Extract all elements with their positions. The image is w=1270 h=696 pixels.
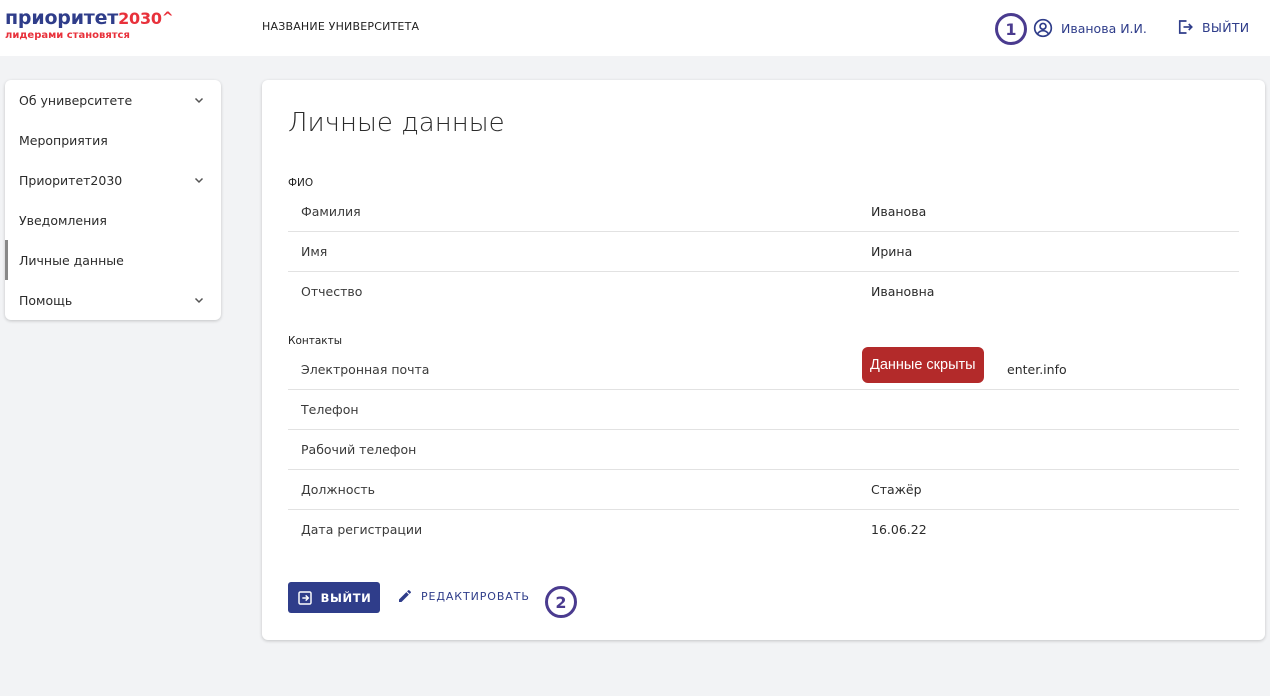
field-label: Дата регистрации: [301, 522, 423, 537]
annotation-marker-1: 1: [995, 13, 1027, 45]
field-label: Электронная почта: [301, 362, 430, 377]
field-label: Должность: [301, 482, 376, 497]
field-value: Ирина: [871, 244, 913, 259]
user-profile-link[interactable]: Иванова И.И.: [1033, 18, 1147, 38]
field-value: Ивановна: [871, 284, 935, 299]
sidebar-item-label: Мероприятия: [19, 132, 108, 148]
field-label: Фамилия: [301, 204, 361, 219]
field-value: 16.06.22: [871, 522, 927, 537]
university-name: НАЗВАНИЕ УНИВЕРСИТЕТА: [262, 20, 420, 33]
edit-button[interactable]: РЕДАКТИРОВАТЬ: [397, 588, 530, 604]
field-row: Отчество Ивановна: [288, 272, 1239, 312]
fio-list: Фамилия Иванова Имя Ирина Отчество Ивано…: [288, 192, 1239, 312]
header-logout-button[interactable]: ВЫЙТИ: [1176, 18, 1249, 36]
field-label: Рабочий телефон: [301, 442, 417, 457]
sidebar-item-label: Помощь: [19, 292, 73, 308]
field-row: Телефон: [288, 390, 1239, 430]
field-row: Электронная почта enter.info: [288, 350, 1239, 390]
sidebar-item-events[interactable]: Мероприятия: [5, 120, 221, 160]
field-label: Отчество: [301, 284, 363, 299]
field-value: Стажёр: [871, 482, 922, 497]
logout-button-label: ВЫЙТИ: [320, 590, 372, 605]
annotation-marker-2: 2: [545, 586, 577, 618]
sidebar-item-priority2030[interactable]: Приоритет2030: [5, 160, 221, 200]
sidebar-item-label: Приоритет2030: [19, 172, 123, 188]
field-row: Имя Ирина: [288, 232, 1239, 272]
personal-data-card: Личные данные ФИО Фамилия Иванова Имя Ир…: [262, 80, 1265, 640]
contacts-section-label: Контакты: [288, 335, 343, 347]
sidebar-item-label: Об университете: [19, 92, 133, 108]
field-value: enter.info: [1007, 362, 1067, 377]
logout-button[interactable]: ВЫЙТИ: [288, 582, 380, 613]
chevron-down-icon: [194, 97, 204, 104]
sidebar-item-notifications[interactable]: Уведомления: [5, 200, 221, 240]
field-row: Должность Стажёр: [288, 470, 1239, 510]
top-bar: приоритет2030^ лидерами становятся НАЗВА…: [0, 0, 1270, 56]
chevron-down-icon: [194, 297, 204, 304]
sidebar-item-label: Личные данные: [19, 252, 124, 268]
sidebar-item-label: Уведомления: [19, 212, 107, 228]
user-name: Иванова И.И.: [1061, 20, 1147, 36]
fio-section-label: ФИО: [288, 177, 314, 189]
sidebar-item-about[interactable]: Об университете: [5, 80, 221, 120]
chevron-down-icon: [194, 177, 204, 184]
data-hidden-badge: Данные скрыты: [862, 347, 984, 383]
field-label: Телефон: [301, 402, 359, 417]
logo-tagline: лидерами становятся: [5, 30, 130, 41]
sidebar-item-personal-data[interactable]: Личные данные: [5, 240, 221, 280]
sidebar-menu: Об университете Мероприятия Приоритет203…: [5, 80, 221, 320]
field-row: Фамилия Иванова: [288, 192, 1239, 232]
page-title: Личные данные: [288, 108, 505, 138]
field-row: Дата регистрации 16.06.22: [288, 510, 1239, 550]
contacts-list: Электронная почта enter.info Телефон Раб…: [288, 350, 1239, 550]
field-row: Рабочий телефон: [288, 430, 1239, 470]
logo-wordmark: приоритет2030^: [5, 7, 174, 29]
logo[interactable]: приоритет2030^ лидерами становятся: [5, 7, 174, 42]
logout-icon: [1178, 20, 1193, 34]
sidebar-item-help[interactable]: Помощь: [5, 280, 221, 320]
user-circle-icon: [1033, 18, 1053, 38]
edit-button-label: РЕДАКТИРОВАТЬ: [421, 589, 530, 603]
field-value: Иванова: [871, 204, 927, 219]
field-label: Имя: [301, 244, 328, 259]
pencil-icon: [399, 589, 411, 602]
header-logout-label: ВЫЙТИ: [1202, 19, 1250, 35]
logout-icon: [297, 590, 312, 605]
